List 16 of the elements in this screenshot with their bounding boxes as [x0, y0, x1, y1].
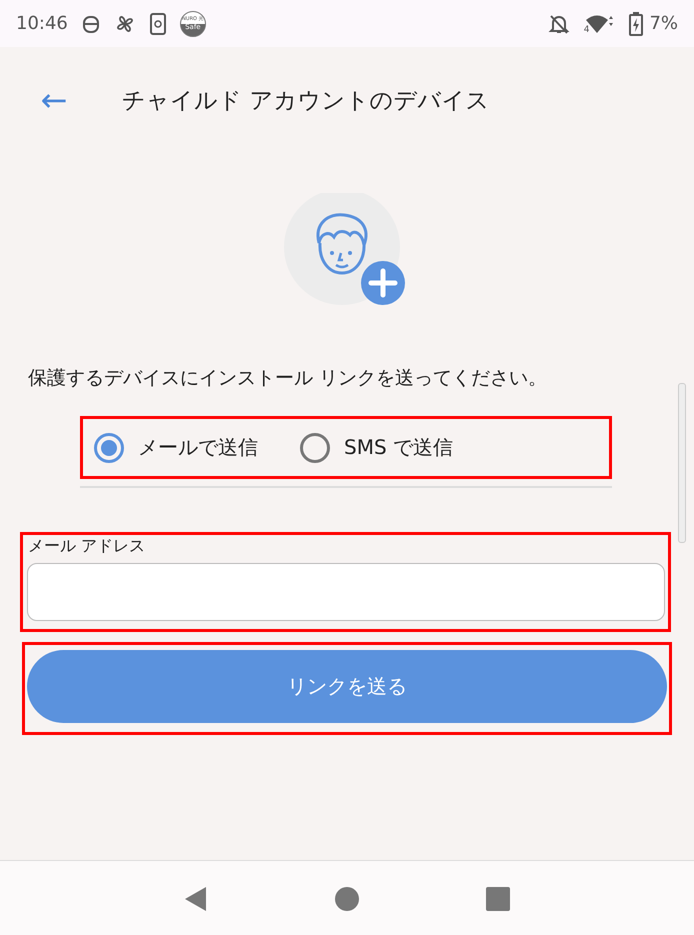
- back-nav-icon[interactable]: [184, 886, 208, 912]
- radio-option[interactable]: SMS で送信: [300, 432, 454, 462]
- instruction-text: 保護するデバイスにインストール リンクを送ってください。: [28, 366, 548, 391]
- home-nav-icon[interactable]: [334, 886, 359, 910]
- network-type: 4: [584, 24, 590, 34]
- battery-charging-icon: [629, 12, 644, 36]
- wifi-icon: [585, 12, 616, 34]
- radio-option[interactable]: メールで送信: [94, 432, 258, 462]
- bell-off-icon: [548, 12, 570, 34]
- recents-nav-icon[interactable]: [486, 886, 510, 910]
- clock: 10:46: [16, 13, 68, 34]
- screen-title: チャイルド アカウントのデバイス: [122, 86, 490, 116]
- field-label: メール アドレス: [28, 536, 146, 557]
- email-input-field[interactable]: [27, 563, 665, 621]
- phone-sync-icon: [150, 12, 166, 34]
- battery-percent: 7%: [649, 13, 678, 34]
